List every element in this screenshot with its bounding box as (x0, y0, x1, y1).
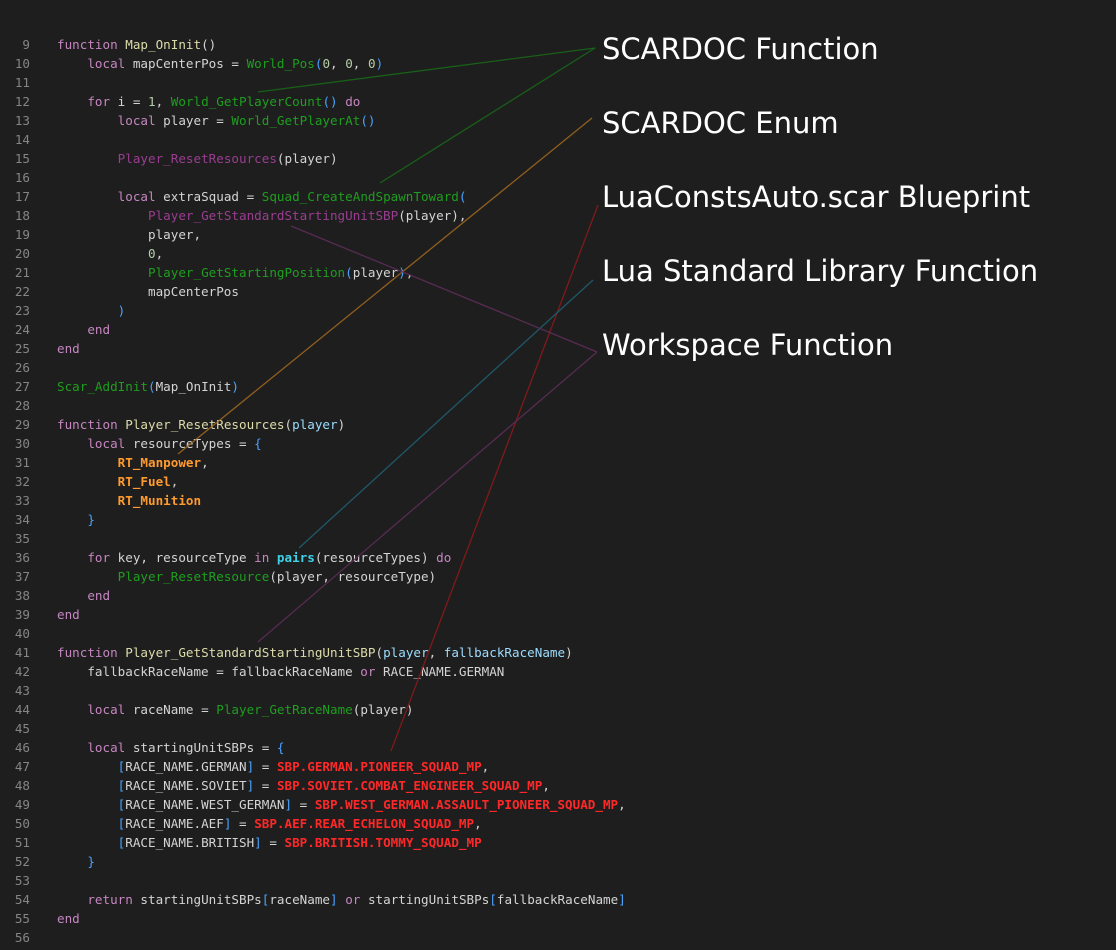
blueprint-pointer (390, 204, 599, 752)
legend-label-workspace-function: Workspace Function (602, 328, 894, 362)
pointer-line (257, 47, 596, 93)
pointer-line (257, 351, 598, 643)
legend-label-stdlib-function: Lua Standard Library Function (602, 254, 1039, 288)
scardoc-function-pointers (257, 47, 596, 184)
legend-label-scardoc-enum: SCARDOC Enum (602, 106, 839, 140)
workspace-function-pointers (257, 225, 598, 643)
pointer-line (379, 47, 596, 184)
annotation-lines (177, 47, 599, 752)
scardoc-enum-pointer (177, 117, 593, 455)
legend-label-blueprint: LuaConstsAuto.scar Blueprint (602, 180, 1031, 214)
pointer-line (390, 204, 599, 752)
pointer-line (177, 117, 593, 455)
legend-label-scardoc-function: SCARDOC Function (602, 32, 879, 66)
pointer-line (290, 225, 598, 353)
